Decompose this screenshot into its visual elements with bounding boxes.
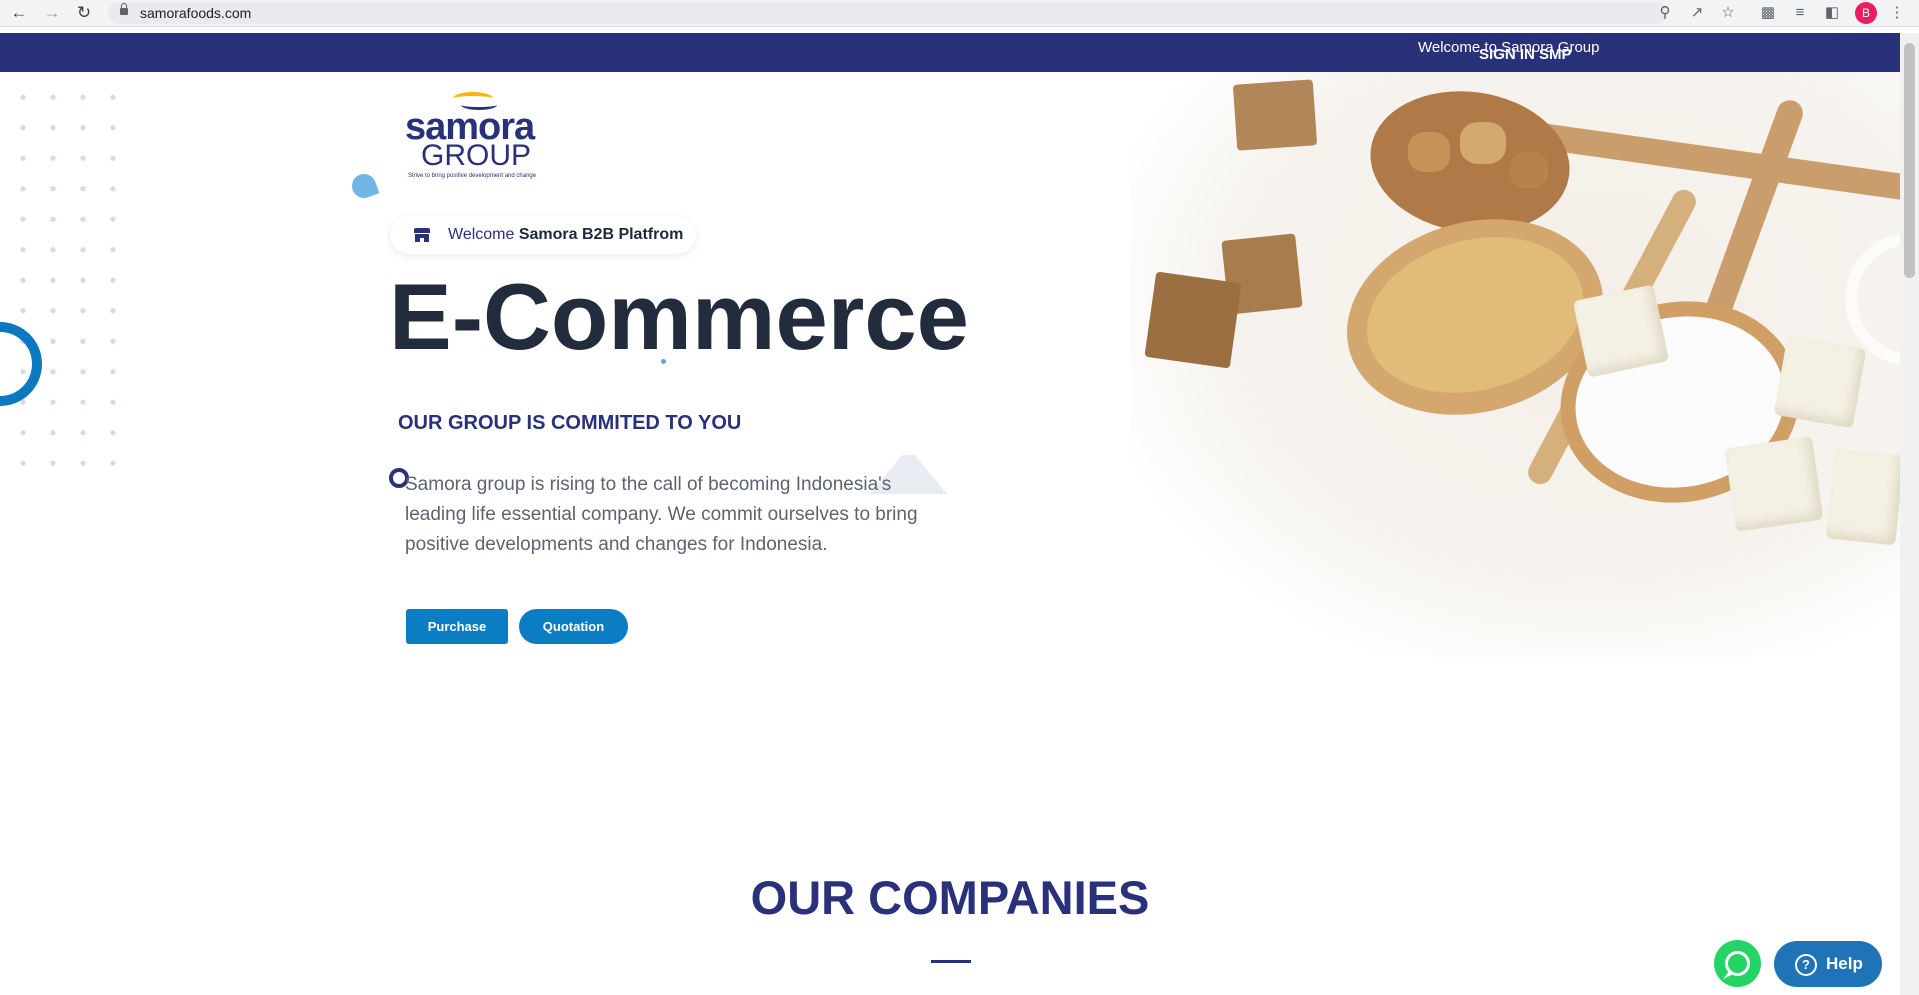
question-icon: ?: [1795, 954, 1817, 976]
back-icon[interactable]: ←: [9, 3, 29, 23]
key-icon[interactable]: ⚲: [1655, 3, 1675, 23]
reading-list-icon[interactable]: ≡: [1790, 3, 1810, 23]
dot-pattern: [8, 82, 138, 482]
store-icon: [414, 228, 430, 242]
browser-toolbar: ← → ↻ samorafoods.com ⚲ ↗ ☆ ▩ ≡ ◧ B ⋮: [0, 0, 1919, 27]
section-divider: [931, 960, 971, 963]
welcome-prefix: Welcome: [448, 226, 515, 243]
hero-subheading: OUR GROUP IS COMMITED TO YOU: [398, 412, 742, 434]
heart-shape: [348, 170, 380, 202]
whatsapp-button[interactable]: [1714, 940, 1761, 987]
signin-smp-link[interactable]: SIGN IN SMP: [1479, 46, 1572, 63]
whatsapp-icon: [1725, 951, 1750, 976]
avatar[interactable]: B: [1855, 2, 1877, 24]
samora-group-logo[interactable]: samora GROUP Strive to bring positive de…: [405, 88, 550, 183]
side-panel-icon[interactable]: ◧: [1822, 3, 1842, 23]
logo-tagline: Strive to bring positive development and…: [408, 173, 537, 179]
site-topbar: Welcome to Samora Group SIGN IN SMP: [0, 33, 1900, 72]
hero-sugar-image: [1130, 72, 1900, 657]
logo-word-group: GROUP: [421, 139, 532, 172]
quotation-button[interactable]: Quotation: [519, 609, 628, 644]
page-headline: E-Commerce: [389, 264, 969, 369]
welcome-platform-name: Samora B2B Platfrom: [518, 226, 684, 243]
scroll-thumb[interactable]: [1904, 43, 1915, 278]
share-icon[interactable]: ↗: [1687, 3, 1707, 23]
reload-icon[interactable]: ↻: [74, 3, 94, 23]
lock-icon: [120, 3, 128, 15]
welcome-text: Welcome Samora B2B Platfrom: [448, 226, 683, 244]
forward-icon[interactable]: →: [42, 3, 62, 23]
welcome-badge: Welcome Samora B2B Platfrom: [390, 216, 696, 254]
companies-section-title: OUR COMPANIES: [750, 871, 1150, 924]
puzzle-icon[interactable]: ▩: [1758, 3, 1778, 23]
address-bar[interactable]: samorafoods.com: [108, 2, 1668, 24]
page-scrollbar[interactable]: [1900, 33, 1919, 995]
hero-description: Samora group is rising to the call of be…: [405, 474, 918, 555]
help-button[interactable]: ? Help: [1774, 941, 1882, 987]
kebab-menu-icon[interactable]: ⋮: [1887, 3, 1907, 23]
purchase-button[interactable]: Purchase: [406, 609, 508, 644]
help-label: Help: [1826, 954, 1863, 973]
url-text: samorafoods.com: [140, 5, 252, 21]
star-icon[interactable]: ☆: [1718, 3, 1738, 23]
